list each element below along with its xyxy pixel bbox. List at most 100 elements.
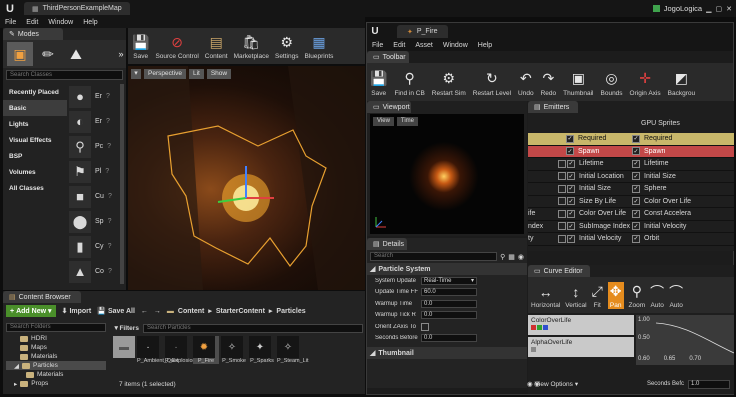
more-modes-icon[interactable]: » bbox=[116, 49, 126, 59]
forward-icon[interactable]: → bbox=[154, 308, 161, 315]
class-item[interactable]: ◐ Er? bbox=[69, 109, 124, 134]
class-item[interactable]: ⚑ Pl? bbox=[69, 159, 124, 184]
lit-button[interactable]: Lit bbox=[188, 69, 204, 79]
folder-search[interactable]: Search Folders bbox=[6, 323, 106, 332]
show-button[interactable]: Show bbox=[206, 69, 232, 79]
cascade-tab[interactable]: ✦ P_Fire bbox=[397, 25, 448, 38]
close-icon[interactable]: ✕ bbox=[726, 5, 732, 13]
zoom-button[interactable]: ⚲ Zoom bbox=[629, 282, 646, 309]
vertical-button[interactable]: ↕ Vertical bbox=[565, 282, 586, 309]
module-checkbox[interactable]: ✓ bbox=[632, 234, 640, 243]
warmup-tick-rate-field[interactable]: 0.0 bbox=[421, 311, 477, 320]
seconds-before-field[interactable]: 0.0 bbox=[421, 334, 477, 343]
module-row-required[interactable]: ✓ Required ✓ Required bbox=[528, 133, 734, 146]
maximize-icon[interactable]: ▢ bbox=[716, 5, 723, 13]
class-item[interactable]: ⚲ Pc? bbox=[69, 134, 124, 159]
module-row[interactable]: ty ✓ Initial Velocity ✓ Orbit bbox=[528, 233, 734, 246]
level-viewport[interactable]: ▾ Perspective Lit Show bbox=[128, 66, 365, 290]
category-all-classes[interactable]: All Classes bbox=[3, 180, 67, 196]
module-row[interactable]: ife ✓ Color Over Life ✓ Const Accelera bbox=[528, 208, 734, 221]
module-checkbox[interactable]: ✓ bbox=[566, 147, 574, 156]
graph-toggle[interactable] bbox=[558, 184, 566, 193]
module-checkbox[interactable]: ✓ bbox=[567, 184, 575, 193]
save-button[interactable]: 💾 Save bbox=[132, 33, 149, 60]
module-checkbox[interactable]: ✓ bbox=[632, 134, 640, 143]
module-checkbox[interactable]: ✓ bbox=[567, 172, 575, 181]
menu-file[interactable]: File bbox=[367, 42, 388, 49]
folder-item[interactable]: ▸ Props bbox=[6, 379, 106, 388]
graph-toggle[interactable] bbox=[558, 209, 566, 218]
source-control-button[interactable]: ⊘ Source Control bbox=[155, 33, 198, 60]
import-button[interactable]: ⬇ Import bbox=[62, 307, 92, 316]
curve-track[interactable]: ColorOverLife bbox=[528, 315, 634, 335]
module-checkbox[interactable]: ✓ bbox=[632, 184, 640, 193]
module-row[interactable]: ✓ Initial Size ✓ Sphere bbox=[528, 183, 734, 196]
asset-item[interactable]: ▬ bbox=[113, 336, 135, 358]
module-checkbox[interactable]: ✓ bbox=[567, 234, 575, 243]
class-item[interactable]: ■ Cu? bbox=[69, 184, 124, 209]
add-new-button[interactable]: + Add New ▾ bbox=[6, 305, 56, 317]
menu-file[interactable]: File bbox=[0, 19, 21, 26]
category-bsp[interactable]: BSP bbox=[3, 148, 67, 164]
seconds-before-input[interactable]: 1.0 bbox=[688, 379, 730, 389]
module-row[interactable]: ✓ Lifetime ✓ Lifetime bbox=[528, 158, 734, 171]
content-button[interactable]: ▤ Content bbox=[205, 33, 228, 60]
system-update-select[interactable]: Real-Time ▾ bbox=[421, 276, 477, 285]
horizontal-button[interactable]: ↔ Horizontal bbox=[531, 282, 560, 309]
module-checkbox[interactable]: ✓ bbox=[567, 222, 575, 231]
restart-level-button[interactable]: ↻ Restart Level bbox=[473, 68, 511, 97]
module-checkbox[interactable]: ✓ bbox=[567, 159, 575, 168]
warmup-time-field[interactable]: 0.0 bbox=[421, 299, 477, 308]
paint-mode-icon[interactable]: ✏ bbox=[35, 42, 61, 66]
module-checkbox[interactable]: ✓ bbox=[567, 209, 575, 218]
help-icon[interactable]: ? bbox=[105, 168, 109, 175]
help-icon[interactable]: ? bbox=[106, 118, 110, 125]
save-button[interactable]: 💾 Save bbox=[370, 68, 387, 97]
green-channel-icon[interactable] bbox=[537, 325, 542, 330]
menu-window[interactable]: Window bbox=[43, 19, 78, 26]
redo-button[interactable]: ↷ Redo bbox=[541, 68, 557, 97]
module-checkbox[interactable]: ✓ bbox=[632, 197, 640, 206]
red-channel-icon[interactable] bbox=[531, 325, 536, 330]
restart-sim-button[interactable]: ⚙ Restart Sim bbox=[432, 68, 466, 97]
help-icon[interactable]: ? bbox=[108, 218, 112, 225]
asset-item-selected[interactable]: ✹ P_Fire bbox=[193, 336, 219, 364]
graph-toggle[interactable] bbox=[558, 159, 566, 168]
module-row[interactable]: ndex ✓ SubImage Index ✓ Initial Velocity bbox=[528, 221, 734, 233]
category-lights[interactable]: Lights bbox=[3, 116, 67, 132]
auto-button[interactable]: ⌒ Auto bbox=[650, 282, 664, 309]
module-checkbox[interactable]: ✓ bbox=[566, 134, 574, 143]
emitters-tab[interactable]: ▤ Emitters bbox=[528, 101, 578, 113]
settings-button[interactable]: ⚙ Settings bbox=[275, 33, 299, 60]
category-basic[interactable]: Basic bbox=[3, 100, 67, 116]
module-checkbox[interactable]: ✓ bbox=[632, 147, 640, 156]
module-checkbox[interactable]: ✓ bbox=[632, 172, 640, 181]
landscape-mode-icon[interactable]: ⛰ bbox=[63, 42, 89, 66]
graph-toggle[interactable] bbox=[558, 234, 566, 243]
menu-edit[interactable]: Edit bbox=[388, 42, 410, 49]
menu-window[interactable]: Window bbox=[438, 42, 473, 49]
asset-search[interactable]: Search Particles bbox=[142, 323, 363, 333]
user-name[interactable]: JogoLogica bbox=[664, 4, 702, 13]
module-row[interactable]: ✓ Initial Location ✓ Initial Size bbox=[528, 171, 734, 183]
particle-preview[interactable]: View Time bbox=[370, 114, 524, 234]
folder-item[interactable]: Maps bbox=[6, 343, 106, 352]
collapse-arrow-icon[interactable]: ◢ bbox=[14, 362, 19, 370]
thumbnail-button[interactable]: ▣ Thumbnail bbox=[563, 68, 593, 97]
save-all-button[interactable]: 💾 Save All bbox=[97, 307, 135, 316]
class-search[interactable]: Search Classes bbox=[6, 70, 123, 80]
menu-asset[interactable]: Asset bbox=[410, 42, 438, 49]
help-icon[interactable]: ? bbox=[106, 93, 110, 100]
curve-editor-tab[interactable]: ▭ Curve Editor bbox=[528, 265, 590, 277]
place-mode-icon[interactable]: ▣ bbox=[7, 42, 33, 66]
minimize-icon[interactable]: ▁ bbox=[706, 5, 711, 13]
folder-item[interactable]: HDRI bbox=[6, 334, 106, 343]
orient-zaxis-checkbox[interactable] bbox=[421, 322, 429, 331]
level-tab[interactable]: ▦ ThirdPersonExampleMap bbox=[24, 2, 130, 15]
perspective-button[interactable]: Perspective bbox=[144, 69, 186, 79]
content-browser-tab[interactable]: ▤ Content Browser bbox=[3, 291, 81, 303]
asset-item[interactable]: ✧ P_Steam_Lit bbox=[277, 336, 309, 364]
folder-item[interactable]: Materials bbox=[6, 352, 106, 361]
class-item[interactable]: ⬤ Sp? bbox=[69, 209, 124, 234]
filters-button[interactable]: ▼Filters bbox=[113, 325, 139, 332]
